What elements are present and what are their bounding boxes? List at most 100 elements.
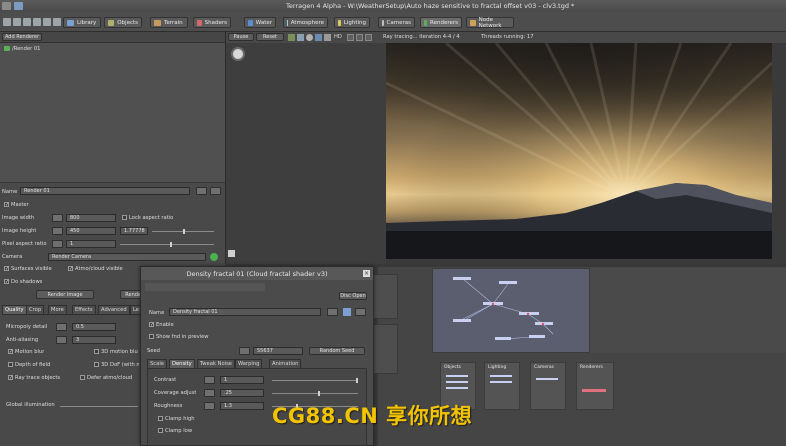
render-image-button[interactable]: Render Image xyxy=(36,290,94,299)
open-file-icon[interactable] xyxy=(13,18,21,26)
do-shadows-checkbox[interactable]: ✓ xyxy=(4,279,9,285)
height-link-icon[interactable] xyxy=(52,227,63,235)
color-icon[interactable] xyxy=(297,34,304,41)
contrast-slider[interactable] xyxy=(272,380,358,381)
defer-atmo-checkbox[interactable] xyxy=(80,375,85,380)
pixel-aspect-link-icon[interactable] xyxy=(52,240,63,248)
node-network-divider[interactable] xyxy=(378,264,786,267)
crop-icon[interactable] xyxy=(315,34,322,41)
save-as-icon[interactable] xyxy=(33,18,41,26)
globe-icon[interactable] xyxy=(306,34,313,41)
tab-scale[interactable]: Scale xyxy=(147,359,167,368)
image-height-field[interactable]: 450 xyxy=(66,227,116,235)
seed-link-icon[interactable] xyxy=(239,347,250,355)
undo-icon[interactable] xyxy=(43,18,51,26)
settings-icon[interactable] xyxy=(347,34,354,41)
anti-alias-field[interactable]: 3 xyxy=(72,336,116,344)
image-width-field[interactable]: 800 xyxy=(66,214,116,222)
contrast-field[interactable]: 1 xyxy=(220,376,264,384)
dialog-close-icon[interactable]: × xyxy=(363,270,370,277)
tab-objects[interactable]: Objects xyxy=(104,17,142,28)
tab-water[interactable]: Water xyxy=(244,17,276,28)
shader-name-field[interactable]: Density fractal 01 xyxy=(169,308,321,316)
motion-blur-3d-checkbox[interactable] xyxy=(94,349,99,354)
redo-icon[interactable] xyxy=(53,18,61,26)
aspect-ratio-field[interactable]: 1.77778 xyxy=(120,227,148,235)
render-image[interactable] xyxy=(386,43,772,259)
coverage-link-icon[interactable] xyxy=(204,389,215,397)
pixel-aspect-slider-knob[interactable] xyxy=(170,242,172,247)
roughness-field[interactable]: 1.3 xyxy=(220,402,264,410)
new-icon[interactable] xyxy=(14,2,23,10)
atmo-visible-checkbox[interactable]: ✓ xyxy=(68,266,73,272)
reset-button[interactable]: Reset xyxy=(256,33,284,41)
coverage-slider-knob[interactable] xyxy=(318,391,320,396)
save-icon[interactable] xyxy=(23,18,31,26)
show-preview-checkbox[interactable] xyxy=(149,334,154,339)
shader-menu-icon[interactable] xyxy=(355,308,366,316)
tab-more[interactable]: More xyxy=(48,305,67,314)
node-group-cameras[interactable]: Cameras xyxy=(530,362,566,410)
surfaces-visible-checkbox[interactable]: ✓ xyxy=(4,266,9,272)
tab-animation[interactable]: Animation xyxy=(269,359,302,368)
tab-terrain[interactable]: Terrain xyxy=(150,17,188,28)
dof-checkbox[interactable] xyxy=(8,362,13,367)
micropoly-field[interactable]: 0.5 xyxy=(72,323,116,331)
tab-lighting[interactable]: Lighting xyxy=(334,17,370,28)
add-renderer-button[interactable]: Add Renderer xyxy=(2,33,42,41)
enable-checkbox[interactable]: ✓ xyxy=(149,322,154,328)
tab-library[interactable]: Library xyxy=(63,17,101,28)
tab-quality[interactable]: Quality xyxy=(2,305,27,314)
save-render-icon[interactable] xyxy=(356,34,363,41)
roughness-link-icon[interactable] xyxy=(204,402,215,410)
anti-alias-link-icon[interactable] xyxy=(56,336,67,344)
renderer-name-field[interactable]: Render 01 xyxy=(20,187,190,195)
coverage-slider[interactable] xyxy=(272,393,358,394)
hd-toggle[interactable]: HD xyxy=(334,34,342,40)
random-seed-button[interactable]: Random Seed xyxy=(309,347,365,355)
tab-cameras[interactable]: Cameras xyxy=(378,17,415,28)
ray-trace-checkbox[interactable]: ✓ xyxy=(8,375,13,381)
tab-shaders[interactable]: Shaders xyxy=(193,17,231,28)
shader-view-icon[interactable] xyxy=(343,308,351,316)
new-file-icon[interactable] xyxy=(3,18,11,26)
camera-select[interactable]: Render Camera xyxy=(48,253,206,261)
camera-link-icon[interactable] xyxy=(210,253,218,261)
node-group-renderers[interactable]: Renderers xyxy=(576,362,614,410)
micropoly-link-icon[interactable] xyxy=(56,323,67,331)
view-option-icon[interactable] xyxy=(288,34,295,41)
tab-effects[interactable]: Effects xyxy=(72,305,96,314)
zoom-icon[interactable] xyxy=(324,34,331,41)
dialog-titlebar[interactable]: Density fractal 01 (Cloud fractal shader… xyxy=(141,267,373,280)
tab-density[interactable]: Density xyxy=(169,359,195,368)
tab-crop[interactable]: Crop xyxy=(26,305,45,314)
tab-advanced[interactable]: Advanced xyxy=(98,305,130,314)
motion-blur-checkbox[interactable]: ✓ xyxy=(8,349,13,355)
clamp-high-checkbox[interactable] xyxy=(158,416,163,421)
renderer-preset-icon[interactable] xyxy=(196,187,207,195)
pixel-aspect-field[interactable]: 1 xyxy=(66,240,116,248)
compass-icon[interactable] xyxy=(231,47,245,61)
coverage-field[interactable]: .25 xyxy=(220,389,264,397)
tab-tweak-noise[interactable]: Tweak Noise xyxy=(197,359,235,368)
tab-atmosphere[interactable]: Atmosphere xyxy=(283,17,328,28)
clamp-low-checkbox[interactable] xyxy=(158,428,163,433)
node-group-terrain[interactable] xyxy=(432,268,590,353)
contrast-slider-knob[interactable] xyxy=(356,378,358,383)
aspect-slider-knob[interactable] xyxy=(183,229,185,234)
pixel-aspect-slider[interactable] xyxy=(120,244,214,245)
master-checkbox[interactable]: ✓ xyxy=(4,202,9,208)
list-item[interactable]: /Render 01 xyxy=(4,45,64,52)
node-group-lighting[interactable]: Lighting xyxy=(484,362,520,410)
renderer-menu-icon[interactable] xyxy=(210,187,221,195)
tab-renderers[interactable]: Renderers xyxy=(420,17,462,28)
contrast-link-icon[interactable] xyxy=(204,376,215,384)
tab-warping[interactable]: Warping xyxy=(235,359,263,368)
width-link-icon[interactable] xyxy=(52,214,63,222)
seed-field[interactable]: 55637 xyxy=(253,347,303,355)
expand-icon[interactable] xyxy=(228,250,235,257)
tab-node-network[interactable]: Node Network xyxy=(466,17,514,29)
dof-3d-checkbox[interactable] xyxy=(94,362,99,367)
shader-preset-icon[interactable] xyxy=(327,308,338,316)
pause-button[interactable]: Pause xyxy=(228,33,254,41)
